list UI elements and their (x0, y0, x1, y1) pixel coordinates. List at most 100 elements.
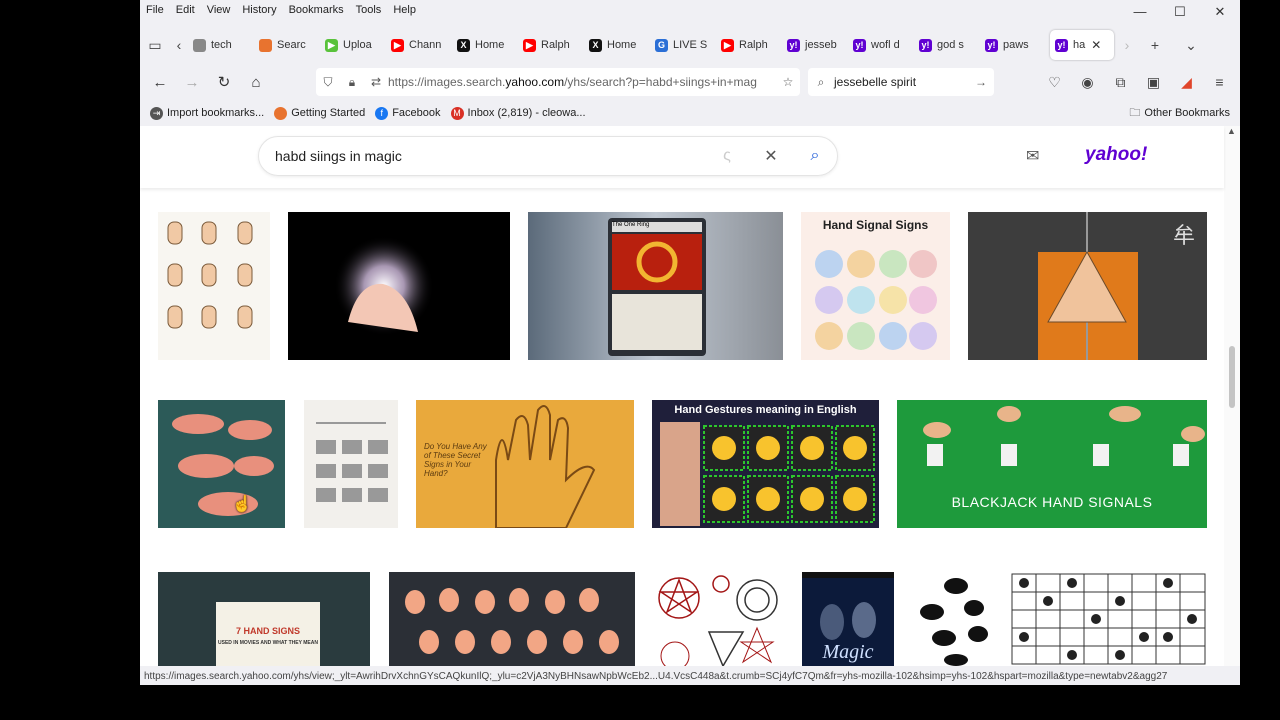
tab-0[interactable]: tech (188, 30, 254, 60)
search-bar[interactable]: ⌕ jessebelle spirit → (808, 68, 994, 96)
image-result-shadow-puppets[interactable] (912, 572, 992, 666)
tab-2[interactable]: ▶ Uploa (320, 30, 386, 60)
tab-1[interactable]: Searc (254, 30, 320, 60)
other-bookmarks-label: Other Bookmarks (1144, 107, 1230, 119)
url-text[interactable]: https://images.search.yahoo.com/yhs/sear… (388, 75, 776, 89)
folder-icon: 🗀 (1129, 106, 1141, 119)
permissions-icon[interactable]: ⇄ (364, 75, 388, 89)
image-result-one-ring-card[interactable]: The One Ring (528, 212, 783, 360)
url-prefix: https://images.search. (388, 75, 506, 89)
yahoo-favicon-icon: y! (1055, 38, 1068, 52)
tab-favicon-icon: X (589, 38, 602, 52)
url-bar[interactable]: ⛉ 🔒︎ ⇄ https://images.search.yahoo.com/y… (316, 68, 800, 96)
minimize-icon[interactable]: — (1120, 0, 1160, 24)
extensions-icon[interactable]: ⧉ (1104, 74, 1137, 91)
image-result-hand-chart[interactable] (158, 212, 270, 360)
scroll-up-icon[interactable]: ▲ (1227, 126, 1236, 136)
tab-6[interactable]: X Home (584, 30, 650, 60)
tab-label: ha (1073, 39, 1086, 51)
tab-12[interactable]: y! paws (980, 30, 1046, 60)
image-result-glowing-hand[interactable] (288, 212, 510, 360)
lock-icon[interactable]: 🔒︎ (340, 75, 364, 90)
image-result-magic-book[interactable]: Magic (802, 572, 894, 666)
image-result-worksheet[interactable] (304, 400, 398, 528)
home-icon[interactable]: ⌂ (240, 74, 272, 91)
menu-file[interactable]: File (140, 4, 170, 16)
menu-view[interactable]: View (201, 4, 237, 16)
image-result-hand-signal-signs[interactable]: Hand Signal Signs (801, 212, 950, 360)
hamburger-menu-icon[interactable]: ≡ (1203, 74, 1236, 90)
tab-label: LIVE S (673, 39, 708, 51)
glowing-hand-drawing (334, 236, 434, 336)
tab-11[interactable]: y! god s (914, 30, 980, 60)
menu-edit[interactable]: Edit (170, 4, 201, 16)
tab-label: Uploa (343, 39, 372, 51)
menu-tools[interactable]: Tools (350, 4, 388, 16)
tab-active[interactable]: y! ha ✕ (1050, 30, 1114, 60)
menu-bookmarks[interactable]: Bookmarks (283, 4, 350, 16)
image-result-hand-shadows[interactable] (158, 400, 285, 528)
tab-3[interactable]: ▶ Chann (386, 30, 452, 60)
image-result-secret-signs-palm[interactable]: Do You Have Any of These Secret Signs in… (416, 400, 634, 528)
image-result-sign-grid[interactable] (1010, 572, 1207, 666)
tab-9[interactable]: y! jesseb (782, 30, 848, 60)
clear-search-icon[interactable]: ✕ (749, 146, 793, 166)
menu-help[interactable]: Help (387, 4, 422, 16)
tab-5[interactable]: ▶ Ralph (518, 30, 584, 60)
image-result-magic-symbols[interactable] (653, 572, 783, 666)
mail-icon[interactable]: ✉ (1026, 146, 1039, 166)
tab-favicon-icon: y! (919, 38, 932, 52)
bookmark-3[interactable]: M Inbox (2,819) - cleowa... (450, 106, 586, 120)
forward-icon[interactable]: → (176, 74, 208, 91)
image-result-hand-gestures[interactable]: Hand Gestures meaning in English (652, 400, 879, 528)
tab-7[interactable]: G LIVE S (650, 30, 716, 60)
reload-icon[interactable]: ↻ (208, 73, 240, 91)
tab-4[interactable]: X Home (452, 30, 518, 60)
browser-window: File Edit View History Bookmarks Tools H… (140, 0, 1240, 685)
extension-badge-icon[interactable]: ▣ (1137, 74, 1170, 91)
url-domain: yahoo.com (505, 75, 565, 89)
menu-history[interactable]: History (236, 4, 282, 16)
loading-spinner-icon: ς (723, 147, 731, 164)
megaphone-icon[interactable]: ◢ (1170, 74, 1203, 91)
close-icon[interactable]: ✕ (1200, 0, 1240, 24)
scrollbar-thumb[interactable] (1229, 346, 1235, 408)
search-button-icon[interactable]: ⌕ (793, 147, 837, 165)
bookmarks-toolbar: ⇥ Import bookmarks... Getting Started f Face… (140, 102, 1240, 124)
kanji-glyph: 牟 (1172, 223, 1195, 248)
shield-icon[interactable]: ⛉ (316, 75, 340, 90)
bookmark-2[interactable]: f Facebook (375, 106, 441, 120)
hand-shadow-drawing (172, 414, 274, 516)
close-tab-icon[interactable]: ✕ (1091, 38, 1101, 52)
new-tab-icon[interactable]: + (1140, 37, 1170, 53)
bookmark-label: Import bookmarks... (167, 107, 265, 119)
image-result-hand-icons[interactable] (389, 572, 635, 666)
pocket-icon[interactable]: ♡ (1038, 74, 1071, 91)
bookmark-1[interactable]: Getting Started (274, 106, 365, 120)
back-icon[interactable]: ← (144, 74, 176, 91)
tab-10[interactable]: y! wofl d (848, 30, 914, 60)
yahoo-logo[interactable]: yahoo! (1085, 144, 1147, 166)
tab-favicon-icon: X (457, 38, 470, 52)
tab-8[interactable]: ▶ Ralph (716, 30, 782, 60)
tab-favicon-icon: y! (853, 38, 866, 52)
search-input[interactable]: jessebelle spirit (834, 75, 968, 89)
scroll-tabs-right-icon[interactable]: › (1114, 37, 1140, 53)
scroll-tabs-left-icon[interactable]: ‹ (170, 37, 188, 53)
bookmark-0[interactable]: ⇥ Import bookmarks... (150, 106, 265, 120)
other-bookmarks[interactable]: 🗀 Other Bookmarks (1129, 102, 1230, 124)
search-box[interactable]: habd siings in magic ς ✕ ⌕ (258, 136, 838, 176)
vertical-scrollbar[interactable]: ▲ (1224, 126, 1240, 666)
url-path: /yhs/search?p=habd+siings+in+mag (564, 75, 757, 89)
magic-word: Magic (822, 641, 874, 663)
image-result-anime-hand-sign[interactable]: 牟 (968, 212, 1207, 360)
tab-overview-icon[interactable]: ▭ (140, 37, 170, 54)
maximize-icon[interactable]: ☐ (1160, 0, 1200, 24)
image-result-blackjack[interactable]: BLACKJACK HAND SIGNALS (897, 400, 1207, 528)
search-go-icon[interactable]: → (968, 75, 994, 89)
bookmark-star-icon[interactable]: ☆ (776, 75, 800, 89)
list-tabs-icon[interactable]: ⌄ (1176, 37, 1206, 54)
image-result-seven-hand-signs[interactable]: 7 HAND SIGNS USED IN MOVIES AND WHAT THE… (158, 572, 370, 666)
account-icon[interactable]: ◉ (1071, 74, 1104, 91)
query-input[interactable]: habd siings in magic (275, 148, 705, 164)
